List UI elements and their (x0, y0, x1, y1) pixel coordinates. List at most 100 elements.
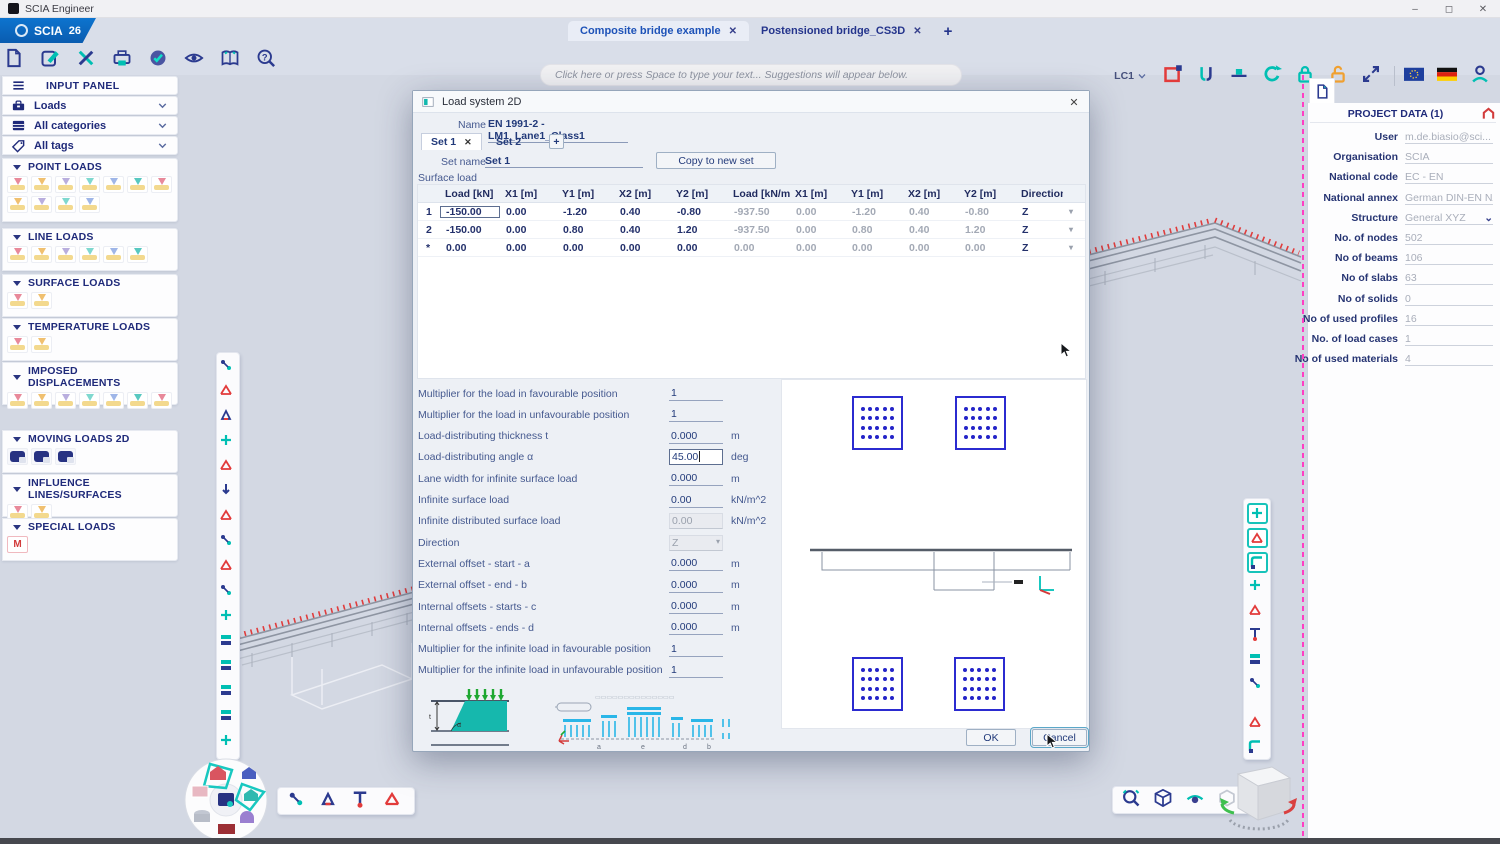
line-loads-icon-5[interactable] (103, 246, 124, 263)
loads-tree-button[interactable] (1247, 552, 1268, 573)
layers-stack-button[interactable] (218, 632, 239, 653)
load-case-selector[interactable]: LC1 (1114, 70, 1148, 82)
col-header[interactable]: X1 [m] (500, 188, 557, 200)
close-button[interactable]: ✕ (1466, 0, 1500, 18)
cell[interactable]: 0.00 (500, 224, 557, 236)
project-data-tab[interactable] (1309, 78, 1335, 103)
angle-dim-button[interactable] (218, 732, 239, 753)
imposed-displacements-icon-6[interactable] (127, 392, 148, 409)
point-loads-icon-1[interactable] (7, 176, 28, 193)
point-loads-icon-4[interactable] (79, 176, 100, 193)
moving-load-icon-2[interactable] (31, 448, 52, 465)
field-input[interactable]: 1 (669, 642, 723, 657)
cell[interactable]: 0.00 (903, 242, 959, 254)
temperature-loads-icon-2[interactable] (31, 336, 52, 353)
flag-de-button[interactable] (1437, 64, 1461, 88)
project-field-value[interactable]: 502 (1405, 232, 1493, 245)
section-header[interactable]: POINT LOADS (3, 159, 177, 173)
cell[interactable]: 0.00 (728, 242, 790, 254)
cross-member-button[interactable] (218, 407, 239, 428)
member-pair-red-button[interactable] (350, 789, 374, 813)
point-loads-icon-9[interactable] (31, 196, 52, 213)
cell[interactable]: -0.80 (959, 206, 1016, 218)
project-field-value[interactable]: 63 (1405, 272, 1493, 285)
moving-load-icon-3[interactable] (55, 448, 76, 465)
set-name-input[interactable]: Set 1 (485, 155, 643, 168)
cell[interactable]: 0.00 (557, 242, 614, 254)
set-tab-1[interactable]: Set 1✕ (421, 133, 482, 150)
point-loads-icon-11[interactable] (79, 196, 100, 213)
flag-eu-button[interactable] (1404, 64, 1428, 88)
project-field-value[interactable]: 106 (1405, 252, 1493, 265)
valve-node-button[interactable] (1247, 626, 1268, 647)
col-header[interactable]: Y2 [m] (959, 188, 1016, 200)
tab-close-icon[interactable]: ✕ (913, 26, 921, 37)
command-search-input[interactable]: Click here or press Space to type your t… (540, 64, 962, 86)
field-input[interactable]: 1 (669, 663, 723, 678)
cell[interactable]: -937.50 (728, 224, 790, 236)
field-input[interactable]: 0.000 (669, 578, 723, 593)
project-field-value[interactable]: 1 (1405, 333, 1493, 346)
cell[interactable]: -0.80 (671, 206, 728, 218)
node-network-button[interactable] (286, 789, 310, 813)
dimension-button[interactable] (218, 607, 239, 628)
help-search-button[interactable]: ? (256, 48, 280, 72)
move-vertical-button[interactable] (1247, 577, 1268, 598)
field-input[interactable]: 1 (669, 386, 723, 401)
filter-all-tags[interactable]: All tags (2, 136, 178, 155)
section-header[interactable]: TEMPERATURE LOADS (3, 319, 177, 333)
cell[interactable]: Z (1016, 206, 1063, 218)
col-header[interactable]: Direction (1016, 188, 1063, 200)
mass-level-button[interactable] (1229, 64, 1253, 88)
imposed-displacements-icon-4[interactable] (79, 392, 100, 409)
cell[interactable]: 0.40 (614, 224, 671, 236)
imposed-displacements-icon-5[interactable] (103, 392, 124, 409)
cell[interactable]: 0.00 (790, 242, 846, 254)
point-loads-icon-8[interactable] (7, 196, 28, 213)
dialog-close-icon[interactable]: ✕ (1065, 94, 1083, 110)
dots-grid-button[interactable] (1247, 675, 1268, 696)
node-point-button[interactable] (218, 357, 239, 378)
refresh-button[interactable] (1262, 64, 1286, 88)
field-input[interactable]: 0.000 (669, 620, 723, 635)
project-field-value[interactable]: m.de.biasio@sci... (1405, 131, 1493, 144)
field-input[interactable]: 0.00 (669, 513, 723, 529)
field-input[interactable]: 0.000 (669, 599, 723, 614)
imposed-displacements-icon-2[interactable] (31, 392, 52, 409)
section-header[interactable]: IMPOSED DISPLACEMENTS (3, 363, 177, 389)
filter-loads[interactable]: Loads (2, 96, 178, 115)
cell[interactable]: 0.00 (500, 242, 557, 254)
point-loads-icon-3[interactable] (55, 176, 76, 193)
section-header[interactable]: LINE LOADS (3, 229, 177, 243)
beam-member-button[interactable] (218, 382, 239, 403)
direction-dropdown-icon[interactable]: ▾ (1063, 225, 1079, 234)
cell[interactable]: 1.20 (671, 224, 728, 236)
field-input[interactable]: 0.000 (669, 471, 723, 486)
brush-button[interactable] (218, 482, 239, 503)
col-header[interactable]: Y1 [m] (846, 188, 903, 200)
portal-frame-button[interactable] (218, 507, 239, 528)
section-header[interactable]: SURFACE LOADS (3, 275, 177, 289)
grid-list-button[interactable] (318, 789, 342, 813)
document-tab-1[interactable]: Postensioned bridge_CS3D✕ (749, 21, 934, 41)
field-input[interactable]: 0.000 (669, 556, 723, 571)
cell[interactable]: 0.40 (903, 206, 959, 218)
new-tab-button[interactable]: + (944, 23, 953, 40)
surface-loads-icon-2[interactable] (31, 292, 52, 309)
accept-ghost-button[interactable] (1247, 714, 1268, 735)
point-loads-icon-2[interactable] (31, 176, 52, 193)
field-input[interactable]: 1 (669, 407, 723, 422)
line-loads-icon-2[interactable] (31, 246, 52, 263)
edit-model-button[interactable] (40, 48, 64, 72)
library-button[interactable] (220, 48, 244, 72)
delete-red-button[interactable] (218, 707, 239, 728)
filter-all-categories[interactable]: All categories (2, 116, 178, 135)
full-screen-button[interactable] (1361, 64, 1385, 88)
cell[interactable]: -150.00 (440, 224, 500, 236)
col-header[interactable]: Load [kN] (440, 188, 500, 200)
set-tab-close-icon[interactable]: ✕ (464, 137, 472, 148)
section-header[interactable]: SPECIAL LOADS (3, 519, 177, 533)
frame-ghost-button[interactable] (218, 532, 239, 553)
col-header[interactable]: Y1 [m] (557, 188, 614, 200)
moving-load-icon-1[interactable] (7, 448, 28, 465)
